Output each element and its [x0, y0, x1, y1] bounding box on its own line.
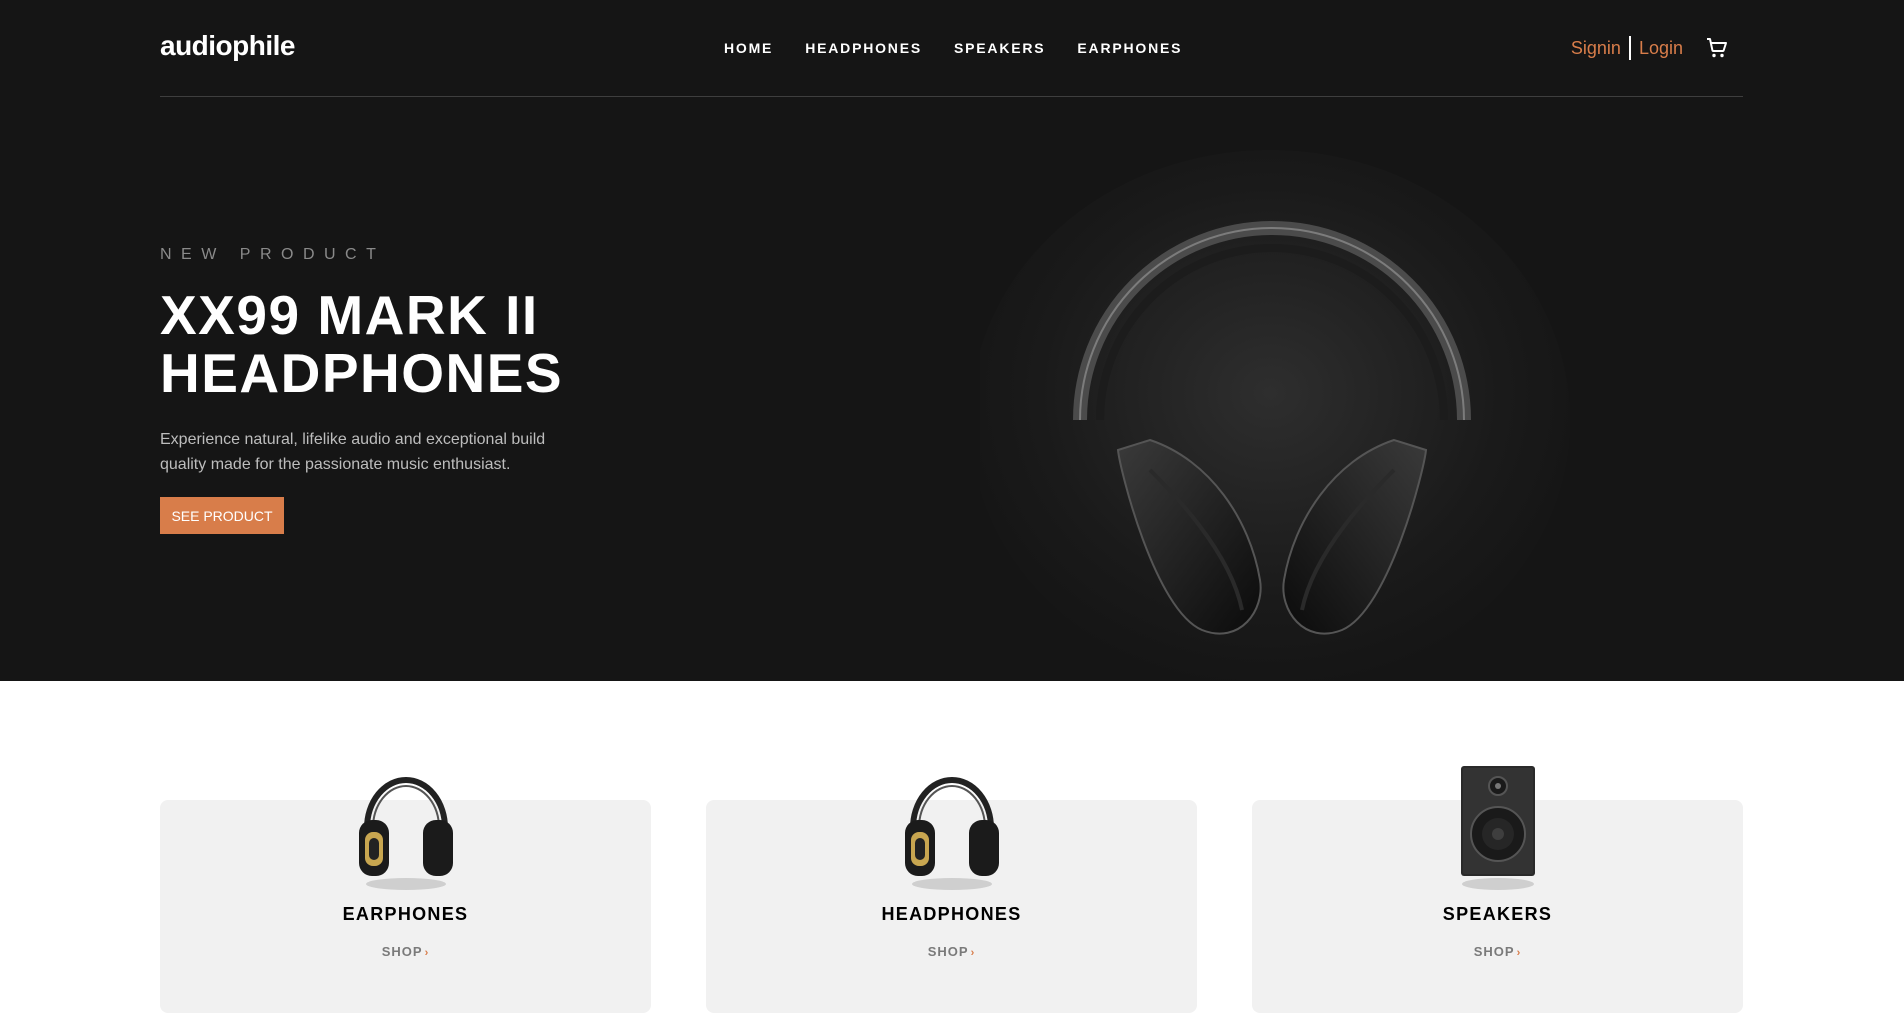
signin-link[interactable]: Signin [1571, 38, 1621, 59]
auth-divider [1628, 36, 1631, 60]
headphones-thumbnail [904, 777, 999, 890]
chevron-right-icon: › [1516, 947, 1522, 959]
hero-eyebrow: NEW PRODUCT [160, 246, 386, 263]
shop-earphones-link[interactable]: SHOP › [160, 944, 651, 959]
nav-headphones-link[interactable]: HEADPHONES [805, 40, 922, 56]
auth-links: Signin Login [1571, 36, 1729, 60]
shop-label: SHOP [927, 944, 969, 959]
hero-title: XX99 MARK II HEADPHONES [160, 284, 564, 404]
shop-label: SHOP [381, 944, 423, 959]
category-card-earphones[interactable]: EARPHONES SHOP › [160, 777, 651, 1013]
hero-description: Experience natural, lifelike audio and e… [160, 431, 546, 473]
category-title-speakers: SPEAKERS [1442, 904, 1553, 924]
login-link[interactable]: Login [1639, 38, 1683, 59]
nav-speakers-link[interactable]: SPEAKERS [954, 40, 1045, 56]
category-title-earphones: EARPHONES [342, 904, 469, 924]
hero-headphones-image [980, 150, 1570, 680]
nav-earphones-link[interactable]: EARPHONES [1077, 40, 1182, 56]
site-logo[interactable]: audiophile [160, 30, 296, 62]
nav-home-link[interactable]: HOME [724, 40, 773, 56]
top-navbar: audiophile HOME HEADPHONES SPEAKERS EARP… [160, 0, 1743, 97]
cart-icon[interactable] [1705, 36, 1729, 60]
main-nav: HOME HEADPHONES SPEAKERS EARPHONES [724, 40, 1182, 56]
shop-speakers-link[interactable]: SHOP › [1252, 944, 1743, 959]
shop-label: SHOP [1473, 944, 1515, 959]
earphones-thumbnail [358, 777, 453, 890]
chevron-right-icon: › [424, 947, 430, 959]
see-product-button[interactable]: SEE PRODUCT [160, 497, 284, 534]
chevron-right-icon: › [970, 947, 976, 959]
category-card-headphones[interactable]: HEADPHONES SHOP › [706, 777, 1197, 1013]
category-card-speakers[interactable]: SPEAKERS SHOP › [1252, 766, 1743, 1013]
hero-section: audiophile HOME HEADPHONES SPEAKERS EARP… [0, 0, 1904, 681]
category-title-headphones: HEADPHONES [881, 904, 1022, 924]
shop-headphones-link[interactable]: SHOP › [706, 944, 1197, 959]
speakers-thumbnail [1460, 766, 1535, 890]
category-section: EARPHONES SHOP › HEADPHONES SHOP › SPEAK… [160, 760, 1743, 1013]
